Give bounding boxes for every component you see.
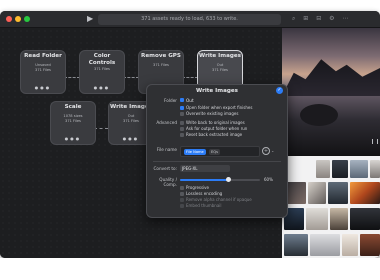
preview-water — [282, 96, 380, 156]
connection-line — [182, 77, 198, 78]
thumbnail[interactable] — [316, 160, 330, 178]
add-token-icon[interactable]: + — [262, 147, 270, 155]
ask-output-label: Ask for output folder when run — [186, 126, 248, 131]
divider — [153, 161, 281, 162]
node-title: Write Images — [199, 53, 241, 59]
preview-mountain — [282, 59, 380, 96]
quality-slider-knob[interactable] — [225, 177, 231, 182]
thumbnail[interactable] — [350, 208, 380, 230]
folder-value[interactable]: Out — [186, 98, 194, 103]
remove-alpha-label: Remove alpha channel if opaque — [186, 197, 252, 202]
node-title: Remove GPS — [141, 53, 181, 59]
file-name-token[interactable]: File Name — [184, 148, 206, 155]
format-select[interactable]: JPEG-XL — [180, 165, 230, 172]
thumbnail[interactable] — [328, 182, 348, 204]
pause-icon[interactable] — [372, 139, 378, 144]
write-images-popover: Write Images ✓ Folder Out Open folder wh… — [146, 84, 288, 218]
progressive-checkbox[interactable] — [180, 185, 184, 190]
node-count: 371 Files — [35, 68, 51, 72]
quality-slider-fill — [180, 179, 228, 181]
file-name-field[interactable]: File Name EQs — [180, 146, 260, 157]
node-count: 371 Files — [153, 63, 169, 67]
convert-label: Convert to: — [153, 166, 177, 171]
connection-line — [64, 77, 80, 78]
toolbar-icons[interactable]: ⌕ ⊞ ⊟ ⚙ ⋯ — [292, 15, 351, 23]
folder-icon — [180, 98, 184, 102]
lossless-label: Lossless encoding — [186, 191, 223, 196]
page-background — [0, 258, 380, 280]
node-handle[interactable]: ●●● — [21, 86, 65, 90]
file-name-token[interactable]: EQs — [209, 148, 220, 155]
node-title: Read Folder — [24, 53, 62, 59]
embed-thumbnail-label: Embed thumbnail — [186, 203, 222, 208]
preview-rock — [300, 104, 338, 126]
thumbnail[interactable] — [360, 234, 380, 256]
play-icon[interactable]: ▶ — [87, 14, 93, 24]
node-read-folder[interactable]: Read Folder Unsaved 371 Files ●●● — [20, 50, 66, 94]
thumbnail[interactable] — [306, 208, 328, 230]
embed-thumbnail-checkbox — [180, 203, 184, 208]
overwrite-label: Overwrite existing images — [186, 111, 239, 116]
image-preview[interactable] — [282, 28, 380, 156]
zoom-window-icon[interactable] — [24, 16, 30, 22]
open-folder-checkbox[interactable] — [180, 105, 184, 110]
thumbnail[interactable] — [370, 160, 380, 178]
node-count: 371 Files — [212, 68, 228, 72]
file-name-label: File name — [156, 147, 177, 152]
progressive-label: Progressive — [186, 185, 210, 190]
quality-label: Quality / Comp. — [159, 177, 177, 187]
lossless-checkbox[interactable] — [180, 191, 184, 196]
close-window-icon[interactable] — [6, 16, 12, 22]
remove-alpha-checkbox — [180, 197, 184, 202]
write-back-label: Write back to original images — [186, 120, 245, 125]
connection-line — [123, 77, 139, 78]
node-title: Color Controls — [88, 53, 116, 66]
confirm-check-icon[interactable]: ✓ — [276, 87, 283, 94]
write-back-checkbox[interactable] — [180, 120, 184, 125]
node-count: 371 Files — [94, 67, 110, 71]
node-handle[interactable]: ●●● — [80, 86, 124, 90]
reset-back-checkbox[interactable] — [180, 132, 184, 137]
quality-value: 60% — [264, 177, 273, 182]
node-count: 371 Files — [65, 119, 81, 123]
thumbnail[interactable] — [330, 208, 348, 230]
thumbnail[interactable] — [308, 182, 326, 204]
advanced-label: Advanced — [156, 120, 177, 125]
popover-title: Write Images — [196, 88, 238, 94]
thumbnail[interactable] — [350, 160, 368, 178]
node-handle[interactable]: ●●● — [51, 137, 95, 141]
ask-output-checkbox[interactable] — [180, 126, 184, 131]
connection-line — [94, 128, 108, 129]
thumbnail[interactable] — [342, 234, 358, 256]
quality-slider[interactable] — [180, 177, 260, 182]
thumbnail[interactable] — [332, 160, 348, 178]
open-folder-label: Open folder when export finishes — [186, 105, 253, 110]
status-field: 371 assets ready to load, 633 to write. — [98, 14, 281, 25]
overwrite-checkbox[interactable] — [180, 111, 184, 116]
app-window: ▶ 371 assets ready to load, 633 to write… — [0, 11, 380, 258]
thumbnail[interactable] — [310, 234, 340, 256]
node-scale[interactable]: Scale 1078 sizes 371 Files ●●● — [50, 101, 96, 145]
folder-label: Folder — [164, 98, 177, 103]
window-toolbar: ▶ 371 assets ready to load, 633 to write… — [0, 11, 380, 28]
node-color-controls[interactable]: Color Controls 371 Files ●●● — [79, 50, 125, 94]
reset-back-label: Reset back extracted image — [186, 132, 243, 137]
thumbnail-grid[interactable] — [282, 156, 380, 258]
node-title: Scale — [64, 104, 82, 110]
chevron-down-icon[interactable]: ⌄ — [271, 147, 274, 154]
thumbnail[interactable] — [350, 182, 380, 204]
minimize-window-icon[interactable] — [15, 16, 21, 22]
thumbnail[interactable] — [284, 234, 308, 256]
